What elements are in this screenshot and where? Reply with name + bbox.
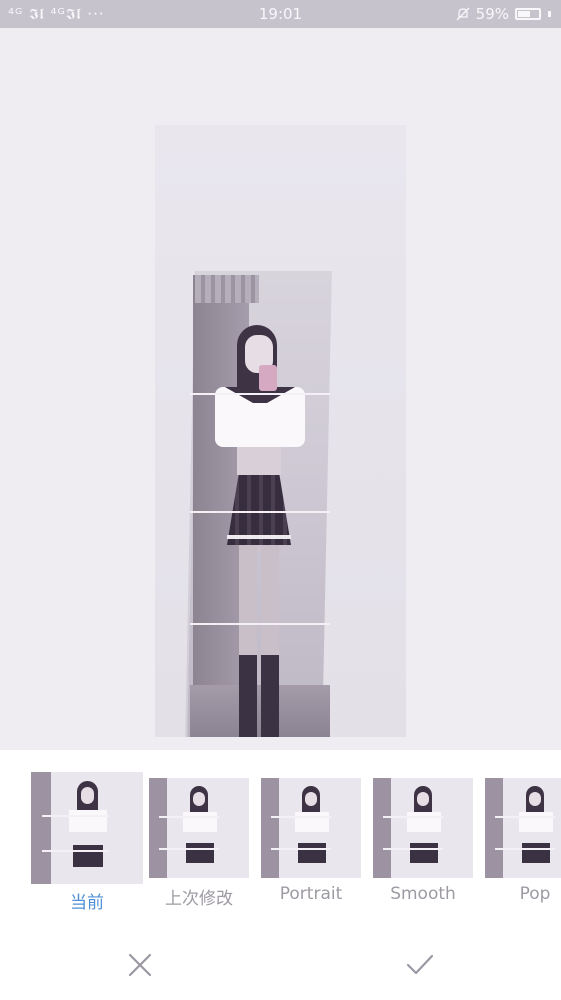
status-right-group: 59% — [456, 0, 551, 28]
thumbnail-face — [80, 787, 95, 804]
thumbnail-skirt — [522, 843, 550, 864]
filter-item-last-edit[interactable]: 上次修改 — [143, 772, 255, 909]
filter-item-current[interactable]: 当前 — [31, 772, 143, 913]
thumbnail-seam — [495, 816, 555, 818]
thumbnail-shirt — [183, 811, 217, 832]
thumbnail-figure — [183, 786, 217, 878]
close-icon — [128, 953, 152, 977]
thumbnail-skirt — [186, 843, 214, 864]
check-icon — [406, 954, 434, 975]
thumbnail-seam — [495, 848, 555, 850]
filter-thumbnail — [261, 778, 361, 878]
filter-label: Smooth — [390, 884, 456, 904]
filter-thumbnail — [373, 778, 473, 878]
thumbnail-seam — [383, 816, 443, 818]
mirror-seam — [190, 393, 330, 395]
confirm-button[interactable] — [400, 945, 440, 985]
thumbnail-seam — [383, 848, 443, 850]
photo-editor-screen: ⁴ᴳ 𝕴𝖑 ⁴ᴳ𝕴𝖑 ··· 19:01 59% 当前 上次修改 Portrai… — [0, 0, 561, 1000]
thumbnail-figure — [69, 780, 108, 884]
thumbnail-figure — [519, 786, 553, 878]
filter-label: Pop — [519, 884, 551, 904]
photo-preview[interactable] — [155, 125, 406, 737]
thumbnail-seam — [271, 816, 331, 818]
thumbnail-seam — [271, 848, 331, 850]
thumbnail-shirt — [519, 811, 553, 832]
socks — [239, 655, 279, 737]
battery-icon — [515, 8, 541, 20]
filter-label: Portrait — [279, 884, 343, 904]
waist — [237, 447, 281, 475]
cancel-button[interactable] — [120, 945, 160, 985]
bell-off-icon — [456, 7, 470, 21]
person-figure — [215, 325, 335, 737]
thumbnail-seam — [159, 816, 219, 818]
thumbnail-seam — [159, 848, 219, 850]
mirror-seam — [190, 623, 330, 625]
filter-item-portrait[interactable]: Portrait — [255, 772, 367, 904]
thumbnail-shirt — [295, 811, 329, 832]
filter-item-smooth[interactable]: Smooth — [367, 772, 479, 904]
thumbnail-skirt — [298, 843, 326, 864]
filter-thumbnail — [31, 772, 143, 884]
filter-item-pop[interactable]: Pop — [479, 772, 561, 904]
battery-percent: 59% — [475, 5, 509, 23]
filter-thumbnail — [149, 778, 249, 878]
filter-thumbnail — [485, 778, 561, 878]
thumbnail-skirt — [72, 844, 104, 868]
thumbnail-figure — [407, 786, 441, 878]
filter-panel: 当前 上次修改 Portrait Smooth Pop — [0, 750, 561, 1000]
thumbnail-seam — [42, 814, 110, 817]
battery-level — [518, 11, 530, 17]
filter-label: 当前 — [70, 893, 104, 913]
thumbnail-figure — [295, 786, 329, 878]
phone — [259, 365, 277, 391]
photo-preview-area — [0, 28, 561, 750]
filter-list[interactable]: 当前 上次修改 Portrait Smooth Pop — [0, 772, 561, 922]
status-bar: ⁴ᴳ 𝕴𝖑 ⁴ᴳ𝕴𝖑 ··· 19:01 59% — [0, 0, 561, 28]
skirt-stripe — [227, 535, 291, 539]
thumbnail-seam — [42, 850, 110, 853]
thumbnail-shirt — [407, 811, 441, 832]
thumbnail-shirt — [69, 809, 108, 833]
thumbnail-skirt — [410, 843, 438, 864]
mirror-seam — [190, 511, 330, 513]
filter-label: 上次修改 — [165, 889, 233, 909]
shelf — [195, 275, 259, 303]
battery-tip — [548, 11, 551, 17]
